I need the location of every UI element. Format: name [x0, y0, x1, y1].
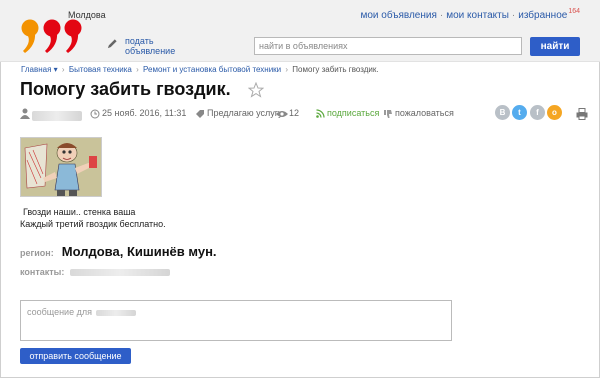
breadcrumb-repair[interactable]: Ремонт и установка бытовой техники [143, 65, 281, 74]
twitter-share-icon[interactable]: t [512, 105, 527, 120]
favorites-link[interactable]: избранное [518, 10, 567, 21]
user-icon [20, 108, 30, 120]
region-row: регион: Молдова, Кишинёв мун. [20, 244, 217, 259]
offer-type: Предлагаю услугу [207, 108, 283, 118]
breadcrumb-home[interactable]: Главная ▾ [21, 65, 58, 74]
breadcrumb-appliances[interactable]: Бытовая техника [69, 65, 132, 74]
description-line: Каждый третий гвоздик бесплатно. [20, 219, 166, 229]
breadcrumb: Главная ▾ › Бытовая техника › Ремонт и у… [21, 65, 379, 74]
ad-date: 25 нояб. 2016, 11:31 [102, 108, 187, 118]
breadcrumb-separator: › [136, 65, 139, 74]
author-name-blurred[interactable] [32, 111, 82, 121]
odnoklassniki-share-icon[interactable]: о [547, 105, 562, 120]
search-input[interactable]: найти в объявлениях [254, 37, 522, 55]
tag-icon [195, 108, 205, 119]
ad-description: Гвозди наши.. стенка ваша Каждый третий … [20, 206, 166, 230]
subscribe-link[interactable]: подписаться [327, 108, 379, 118]
logo[interactable] [20, 19, 86, 55]
pencil-icon [107, 39, 117, 49]
contacts-label: контакты: [20, 267, 65, 277]
region-name[interactable]: Молдова [68, 10, 106, 20]
print-icon[interactable] [576, 108, 588, 120]
send-message-button[interactable]: отправить сообщение [20, 348, 131, 364]
breadcrumb-separator: › [285, 65, 289, 74]
message-placeholder: сообщение для [27, 307, 92, 317]
contacts-value-blurred[interactable] [70, 268, 171, 276]
page-title: Помогу забить гвоздик. [20, 79, 231, 99]
facebook-share-icon[interactable]: f [530, 105, 545, 120]
top-nav: мои объявления · мои контакты · избранное164 [360, 8, 580, 21]
star-icon[interactable] [248, 82, 264, 98]
header-bar: Молдова мои объявления · мои контакты · избр… [0, 0, 600, 62]
post-ad-label: подать объявление [125, 36, 176, 56]
view-count: 12 [289, 108, 300, 118]
post-ad-button[interactable]: подать объявление [107, 36, 197, 58]
recipient-name-blurred [96, 309, 137, 316]
clock-icon [90, 108, 100, 119]
complain-link[interactable]: пожаловаться [395, 108, 454, 118]
search-button[interactable]: найти [530, 37, 580, 56]
nav-separator: · [439, 10, 444, 21]
breadcrumb-separator: › [61, 65, 65, 74]
thumbs-down-icon [383, 108, 393, 119]
region-label: регион: [20, 248, 54, 258]
ad-photo[interactable] [20, 137, 102, 197]
rss-icon [316, 108, 325, 118]
nav-separator: · [511, 10, 516, 21]
eye-icon [276, 108, 288, 119]
my-ads-link[interactable]: мои объявления [360, 10, 436, 21]
cartoon-handyman-image [21, 138, 101, 196]
region-value: Молдова, Кишинёв мун. [61, 244, 217, 259]
contacts-row: контакты: [20, 266, 171, 278]
message-textarea[interactable]: сообщение для [20, 300, 452, 341]
breadcrumb-current: Помогу забить гвоздик. [292, 65, 379, 74]
my-contacts-link[interactable]: мои контакты [446, 10, 509, 21]
favorites-count-badge: 164 [568, 8, 580, 15]
description-line: Гвозди наши.. стенка ваша [23, 207, 136, 217]
vk-share-icon[interactable]: В [495, 105, 510, 120]
